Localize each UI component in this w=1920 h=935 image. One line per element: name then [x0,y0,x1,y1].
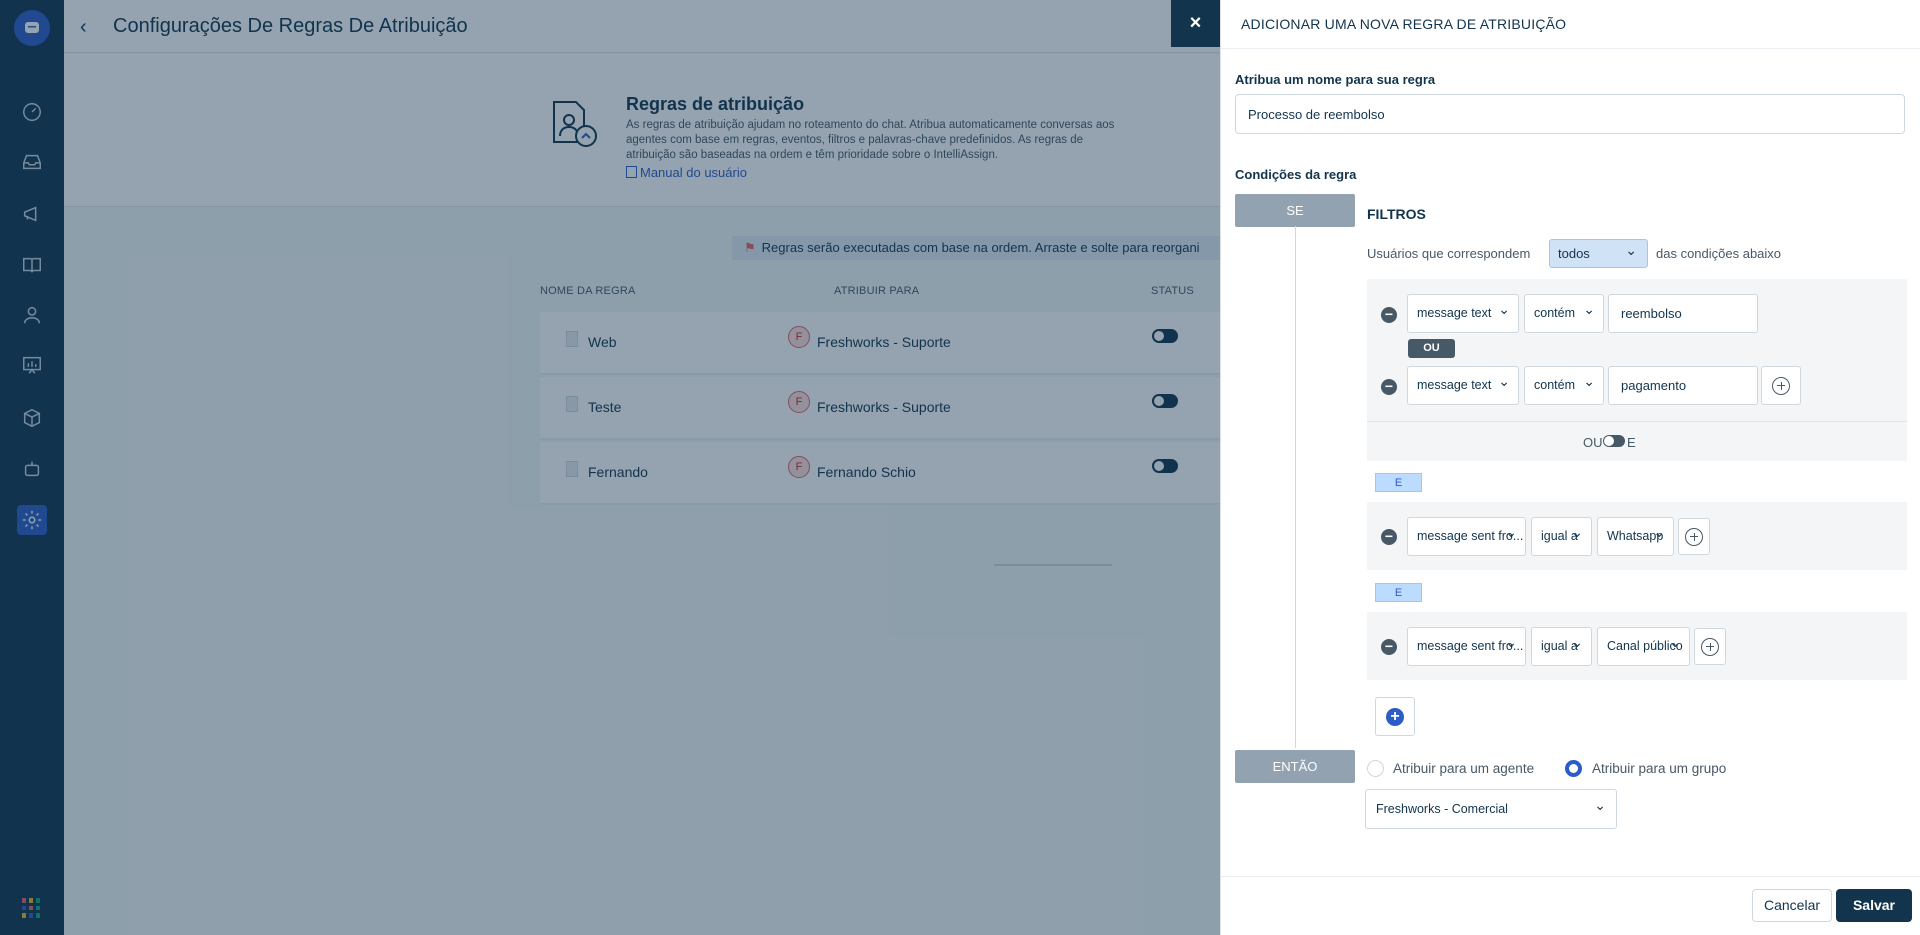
condition-operator-select[interactable]: igual a [1531,517,1592,556]
match-suffix: das condições abaixo [1656,246,1782,261]
close-panel-button[interactable]: × [1171,0,1220,47]
remove-condition-icon[interactable]: − [1381,379,1397,395]
or-and-toggle[interactable] [1603,435,1625,447]
condition-value-select[interactable]: Canal público [1597,627,1690,666]
plus-circle-icon [1772,376,1790,395]
remove-condition-icon[interactable]: − [1381,307,1397,323]
add-circle-icon: + [1386,707,1404,726]
condition-operator-select[interactable]: contém [1524,366,1604,405]
add-or-condition-button[interactable] [1678,518,1710,555]
condition-value-input[interactable]: pagamento [1608,366,1758,405]
conditions-label: Condições da regra [1235,167,1357,182]
panel-title: ADICIONAR UMA NOVA REGRA DE ATRIBUIÇÃO [1241,16,1567,32]
panel-divider [1221,48,1920,49]
condition-field-select[interactable]: message text [1407,366,1519,405]
panel-footer: Cancelar Salvar [1221,876,1920,935]
and-badge: E [1375,583,1422,602]
match-type-select[interactable]: todos [1549,239,1648,268]
condition-value-select[interactable]: Whatsapp [1597,517,1674,556]
save-button[interactable]: Salvar [1836,889,1912,922]
condition-group: − message sent fro... igual a Whatsapp [1367,502,1907,570]
rule-name-label: Atribua um nome para sua regra [1235,72,1436,87]
rule-name-input[interactable] [1235,94,1905,134]
assign-agent-radio[interactable] [1367,760,1384,777]
group-select[interactable]: Freshworks - Comercial [1365,786,1617,829]
condition-value-input[interactable]: reembolso [1608,294,1758,333]
remove-condition-icon[interactable]: − [1381,639,1397,655]
assign-group-label: Atribuir para um grupo [1592,761,1727,776]
condition-field-select[interactable]: message sent fro... [1407,517,1526,556]
match-type-value: todos [1558,246,1590,261]
or-and-toggle-row: OU E [1367,421,1907,461]
remove-condition-icon[interactable]: − [1381,529,1397,545]
if-stage-label: SE [1235,194,1355,227]
assign-agent-label: Atribuir para um agente [1393,761,1535,776]
add-or-condition-button[interactable] [1694,628,1726,665]
add-rule-panel: ADICIONAR UMA NOVA REGRA DE ATRIBUIÇÃO A… [1220,0,1920,935]
condition-group: − message sent fro... igual a Canal públ… [1367,612,1907,680]
or-badge: OU [1408,339,1455,358]
filters-title: FILTROS [1367,206,1426,222]
cancel-button[interactable]: Cancelar [1752,889,1832,922]
assign-group-radio[interactable] [1565,760,1582,777]
and-badge: E [1375,473,1422,492]
condition-operator-select[interactable]: igual a [1531,627,1592,666]
add-or-condition-button[interactable] [1761,366,1801,405]
condition-operator-select[interactable]: contém [1524,294,1604,333]
plus-circle-icon [1685,527,1703,546]
and-label: E [1627,435,1636,450]
condition-field-select[interactable]: message text [1407,294,1519,333]
match-prefix: Usuários que correspondem [1367,246,1531,261]
flow-line [1295,226,1296,748]
then-stage-label: ENTÃO [1235,750,1355,783]
plus-circle-icon [1701,637,1719,656]
condition-field-select[interactable]: message sent fro... [1407,627,1526,666]
modal-overlay[interactable] [0,0,1220,935]
or-label: OU [1583,435,1603,450]
add-condition-button[interactable]: + [1375,697,1415,736]
